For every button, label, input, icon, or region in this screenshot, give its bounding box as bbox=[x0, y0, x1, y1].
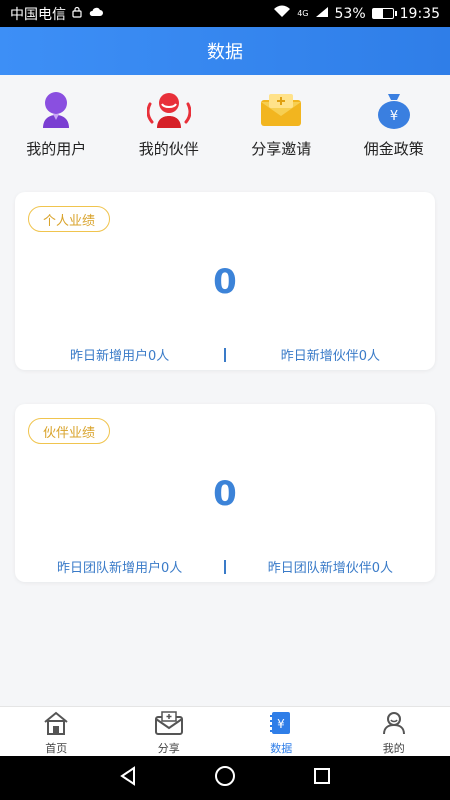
wifi-icon bbox=[273, 5, 291, 22]
weather-icon bbox=[88, 6, 104, 22]
quick-link-share-invite[interactable]: 分享邀请 bbox=[225, 88, 338, 159]
recents-icon[interactable] bbox=[312, 766, 332, 790]
back-icon[interactable] bbox=[118, 766, 138, 790]
partner-performance-card: 伙伴业绩 0 昨日团队新增用户0人 昨日团队新增伙伴0人 bbox=[15, 404, 435, 582]
stat-team-new-users: 昨日团队新增用户0人 bbox=[56, 561, 183, 576]
card-stats: 昨日团队新增用户0人 昨日团队新增伙伴0人 bbox=[15, 557, 435, 576]
nav-label: 分享 bbox=[157, 742, 180, 755]
quick-link-label: 分享邀请 bbox=[251, 140, 312, 158]
quick-link-my-partners[interactable]: 我的伙伴 bbox=[113, 88, 226, 159]
home-icon bbox=[42, 711, 70, 739]
nav-label: 首页 bbox=[45, 742, 68, 755]
money-bag-icon: ¥ bbox=[370, 88, 418, 132]
bottom-nav: 首页 分享 ¥ 数据 我的 bbox=[0, 706, 450, 756]
nav-label: 数据 bbox=[270, 742, 293, 755]
quick-link-label: 佣金政策 bbox=[363, 140, 424, 158]
partners-icon bbox=[145, 88, 193, 132]
quick-link-my-users[interactable]: 我的用户 bbox=[0, 88, 113, 159]
envelope-icon bbox=[257, 88, 305, 132]
battery-icon bbox=[371, 8, 397, 19]
system-nav-bar bbox=[0, 756, 450, 800]
share-icon bbox=[154, 711, 184, 739]
performance-value: 0 bbox=[213, 262, 237, 302]
signal-icon bbox=[315, 6, 329, 22]
card-stats: 昨日新增用户0人 昨日新增伙伴0人 bbox=[15, 345, 435, 364]
nav-item-share[interactable]: 分享 bbox=[113, 707, 226, 756]
nav-label: 我的 bbox=[382, 742, 405, 755]
card-tag: 个人业绩 bbox=[28, 206, 111, 232]
stat-new-users: 昨日新增用户0人 bbox=[69, 349, 170, 364]
battery-percent: 53% bbox=[334, 5, 366, 22]
quick-link-commission-policy[interactable]: ¥ 佣金政策 bbox=[338, 88, 450, 159]
user-icon bbox=[32, 88, 80, 132]
profile-icon bbox=[382, 711, 406, 739]
nav-item-home[interactable]: 首页 bbox=[0, 707, 113, 756]
page-title: 数据 bbox=[207, 42, 243, 63]
status-bar: 中国电信 4G 53% 19:35 bbox=[0, 0, 450, 27]
data-icon: ¥ bbox=[269, 711, 293, 739]
lock-icon bbox=[71, 6, 83, 22]
nav-item-profile[interactable]: 我的 bbox=[338, 707, 450, 756]
carrier-label: 中国电信 bbox=[10, 6, 66, 23]
svg-text:¥: ¥ bbox=[277, 717, 285, 731]
nav-item-data[interactable]: ¥ 数据 bbox=[225, 707, 338, 756]
header: 数据 bbox=[0, 27, 450, 75]
personal-performance-card: 个人业绩 0 昨日新增用户0人 昨日新增伙伴0人 bbox=[15, 192, 435, 370]
quick-links: 我的用户 我的伙伴 分享邀请 ¥ 佣金政策 bbox=[0, 88, 450, 159]
stat-team-new-partners: 昨日团队新增伙伴0人 bbox=[267, 561, 394, 576]
stat-new-partners: 昨日新增伙伴0人 bbox=[280, 349, 381, 364]
card-tag: 伙伴业绩 bbox=[28, 418, 111, 444]
performance-value: 0 bbox=[213, 474, 237, 514]
network-type: 4G bbox=[297, 9, 309, 18]
home-circle-icon[interactable] bbox=[214, 765, 236, 791]
svg-text:¥: ¥ bbox=[390, 109, 398, 124]
clock: 19:35 bbox=[399, 5, 440, 22]
quick-link-label: 我的伙伴 bbox=[138, 140, 199, 158]
quick-link-label: 我的用户 bbox=[26, 140, 87, 158]
